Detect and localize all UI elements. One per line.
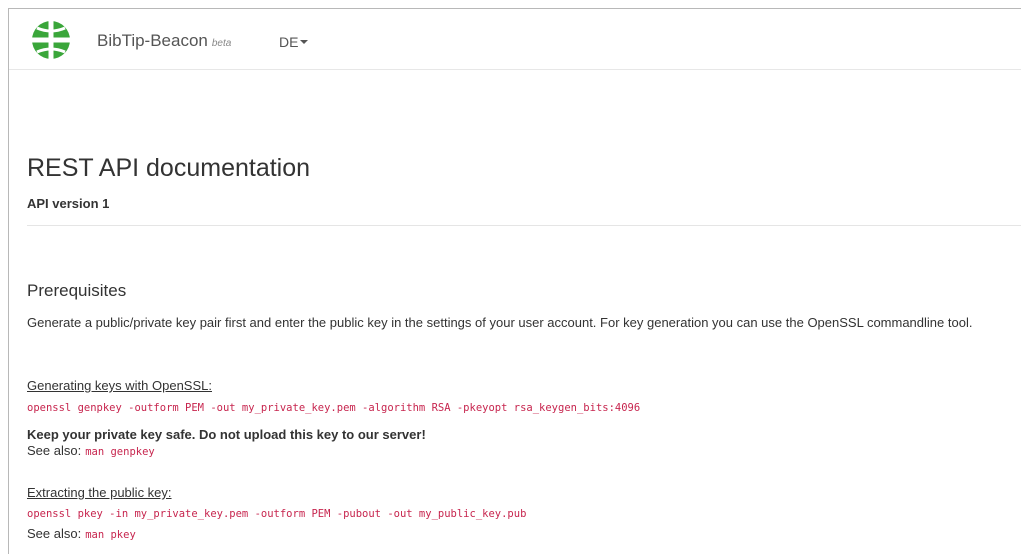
generate-key-command: openssl genpkey -outform PEM -out my_pri… (27, 402, 641, 414)
browser-viewport: BibTip-Beacon beta DE REST API documentat… (8, 8, 1021, 554)
brand-name: BibTip-Beacon (97, 31, 208, 50)
prerequisites-description: Generate a public/private key pair first… (27, 315, 973, 330)
divider (27, 225, 1021, 226)
see-also-pkey: See also: man pkey (27, 526, 136, 541)
extracting-key-label: Extracting the public key: (27, 485, 172, 500)
caret-down-icon (300, 40, 309, 45)
extract-key-command: openssl pkey -in my_private_key.pem -out… (27, 508, 527, 520)
section-heading-prerequisites: Prerequisites (27, 281, 127, 300)
page-title: REST API documentation (27, 154, 311, 182)
private-key-warning: Keep your private key safe. Do not uploa… (27, 427, 426, 442)
globe-icon[interactable] (31, 20, 71, 60)
language-dropdown[interactable]: DE (279, 34, 309, 50)
page-subtitle: API version 1 (27, 196, 110, 211)
man-genpkey-command: man genpkey (85, 446, 155, 458)
brand-link[interactable]: BibTip-Beacon beta (97, 31, 231, 51)
see-also-genpkey: See also: man genpkey (27, 443, 155, 458)
man-pkey-command: man pkey (85, 529, 136, 541)
generating-keys-label: Generating keys with OpenSSL: (27, 378, 212, 393)
beta-badge: beta (211, 38, 232, 49)
see-also-label: See also: (27, 526, 82, 541)
see-also-label: See also: (27, 443, 82, 458)
language-label: DE (279, 34, 299, 50)
navbar: BibTip-Beacon beta DE (9, 9, 1021, 70)
